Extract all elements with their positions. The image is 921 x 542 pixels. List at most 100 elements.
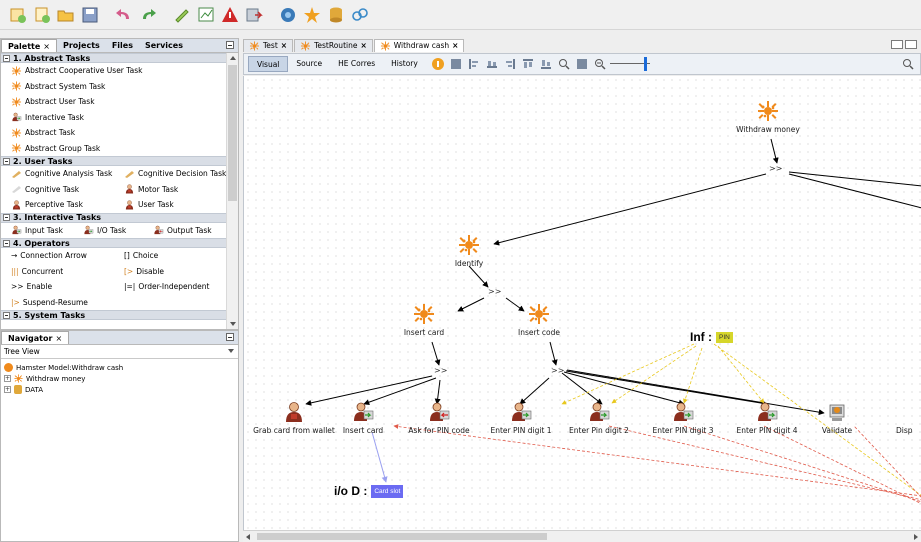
- palette-item[interactable]: ||| Concurrent: [1, 264, 114, 280]
- view-tab-he-corres[interactable]: HE Corres: [330, 56, 383, 72]
- tab-files[interactable]: Files: [106, 39, 139, 52]
- io-device-annotation[interactable]: i/o D : Card slot: [334, 484, 404, 498]
- star-icon[interactable]: [302, 5, 322, 25]
- task-node-pin-digit-2[interactable]: Enter Pin digit 2: [562, 401, 636, 435]
- tab-projects[interactable]: Projects: [57, 39, 106, 52]
- palette-item[interactable]: [] Choice: [114, 248, 227, 264]
- minimize-icon[interactable]: [226, 41, 234, 49]
- expand-icon[interactable]: +: [4, 386, 11, 393]
- tab-test[interactable]: Test ×: [243, 39, 294, 52]
- view-select[interactable]: Tree View: [1, 345, 238, 359]
- palette-item[interactable]: Abstract User Task: [1, 94, 227, 110]
- inf-value-box[interactable]: PIN: [716, 331, 733, 343]
- palette-item[interactable]: → Connection Arrow: [1, 248, 114, 264]
- view-tab-visual[interactable]: Visual: [248, 56, 289, 72]
- collapse-icon[interactable]: [3, 157, 10, 165]
- tab-testroutine[interactable]: TestRoutine ×: [294, 39, 373, 52]
- close-icon[interactable]: ×: [360, 40, 366, 52]
- close-icon[interactable]: ×: [55, 334, 62, 343]
- warning-icon[interactable]: [220, 5, 240, 25]
- collapse-icon[interactable]: [3, 54, 10, 62]
- task-node-ask-pin[interactable]: Ask for PIN code: [401, 401, 477, 435]
- scroll-thumb[interactable]: [257, 533, 547, 540]
- simulate-icon[interactable]: [278, 5, 298, 25]
- diagram-canvas[interactable]: Withdraw money >> Identify >> Insert car…: [243, 76, 921, 530]
- open-project-icon[interactable]: [56, 5, 76, 25]
- palette-item[interactable]: Interactive Task: [1, 110, 227, 126]
- canvas-hscrollbar[interactable]: [243, 530, 921, 542]
- zoom-slider[interactable]: [609, 56, 650, 72]
- collapse-icon[interactable]: [3, 311, 10, 319]
- palette-item[interactable]: Cognitive Analysis Task: [1, 166, 114, 182]
- tree-item[interactable]: + DATA: [4, 384, 238, 395]
- enable-operator[interactable]: >>: [488, 287, 501, 296]
- enable-operator[interactable]: >>: [769, 164, 782, 173]
- palette-item[interactable]: Input Task: [1, 223, 73, 239]
- palette-category[interactable]: 1. Abstract Tasks: [1, 53, 227, 63]
- collapse-icon[interactable]: [3, 239, 10, 247]
- hamster-icon[interactable]: [431, 58, 444, 70]
- tab-services[interactable]: Services: [139, 39, 189, 52]
- scroll-up-icon[interactable]: [230, 56, 236, 60]
- save-icon[interactable]: [80, 5, 100, 25]
- task-node-pin-digit-4[interactable]: Enter PIN digit 4: [730, 401, 804, 435]
- tree-item[interactable]: Hamster Model:Withdraw cash: [4, 362, 238, 373]
- align-left-icon[interactable]: [468, 58, 480, 70]
- tab-scroll-icon[interactable]: [891, 40, 903, 49]
- view-tab-source[interactable]: Source: [288, 56, 330, 72]
- task-node-pin-digit-1[interactable]: Enter PIN digit 1: [484, 401, 558, 435]
- new-project-icon[interactable]: [8, 5, 28, 25]
- minimize-icon[interactable]: [226, 333, 234, 341]
- palette-category[interactable]: 2. User Tasks: [1, 156, 227, 166]
- redo-icon[interactable]: [138, 5, 158, 25]
- palette-item[interactable]: Perceptive Task: [1, 197, 114, 213]
- align-right-icon[interactable]: [504, 58, 516, 70]
- palette-item[interactable]: Cognitive Decision Task: [114, 166, 227, 182]
- database-icon[interactable]: [326, 5, 346, 25]
- palette-item[interactable]: Cognitive Task: [1, 182, 114, 198]
- palette-item[interactable]: Abstract Group Task: [1, 141, 227, 157]
- export-icon[interactable]: [244, 5, 264, 25]
- chart-icon[interactable]: [196, 5, 216, 25]
- distribute-icon[interactable]: [522, 58, 534, 70]
- chevron-down-icon[interactable]: [228, 349, 234, 353]
- task-node-grab-card[interactable]: Grab card from wallet: [249, 401, 339, 435]
- task-node-insert-code[interactable]: Insert code: [499, 303, 579, 337]
- palette-scrollbar[interactable]: [226, 53, 238, 329]
- palette-item[interactable]: Abstract System Task: [1, 79, 227, 95]
- enable-operator[interactable]: >>: [434, 366, 447, 375]
- new-file-icon[interactable]: [32, 5, 52, 25]
- palette-category[interactable]: 3. Interactive Tasks: [1, 212, 227, 223]
- palette-item[interactable]: |> Suspend-Resume: [1, 295, 227, 311]
- task-node-insert-card-leaf[interactable]: Insert card: [338, 401, 388, 435]
- layout-icon[interactable]: [540, 58, 552, 70]
- collapse-icon[interactable]: [3, 214, 10, 221]
- close-icon[interactable]: ×: [43, 42, 50, 51]
- task-node-pin-digit-3[interactable]: Enter PIN digit 3: [646, 401, 720, 435]
- scroll-right-icon[interactable]: [914, 534, 918, 540]
- link-icon[interactable]: [350, 5, 370, 25]
- close-icon[interactable]: ×: [281, 40, 287, 52]
- io-value-box[interactable]: Card slot: [371, 484, 404, 498]
- palette-category[interactable]: 4. Operators: [1, 238, 227, 248]
- zoom-box-icon[interactable]: [576, 58, 588, 70]
- task-node-insert-card[interactable]: Insert card: [384, 303, 464, 337]
- scroll-thumb[interactable]: [228, 65, 237, 201]
- tab-list-icon[interactable]: [905, 40, 917, 49]
- close-icon[interactable]: ×: [452, 40, 458, 52]
- tab-palette[interactable]: Palette ×: [1, 39, 57, 52]
- validate-icon[interactable]: [172, 5, 192, 25]
- zoom-knob[interactable]: [643, 57, 647, 71]
- zoom-out-icon[interactable]: [594, 58, 606, 70]
- task-node-withdraw-money[interactable]: Withdraw money: [728, 100, 808, 134]
- grid-icon[interactable]: [450, 58, 462, 70]
- expand-icon[interactable]: +: [4, 375, 11, 382]
- task-node-validate[interactable]: Validate: [812, 401, 862, 435]
- information-annotation[interactable]: Inf : PIN: [690, 330, 733, 344]
- scroll-down-icon[interactable]: [230, 322, 236, 326]
- palette-item[interactable]: Output Task: [143, 223, 223, 239]
- tab-withdraw-cash[interactable]: Withdraw cash ×: [373, 39, 465, 52]
- palette-item[interactable]: >> Enable: [1, 279, 114, 295]
- enable-operator[interactable]: >>: [551, 366, 564, 375]
- zoom-in-icon[interactable]: [902, 58, 914, 70]
